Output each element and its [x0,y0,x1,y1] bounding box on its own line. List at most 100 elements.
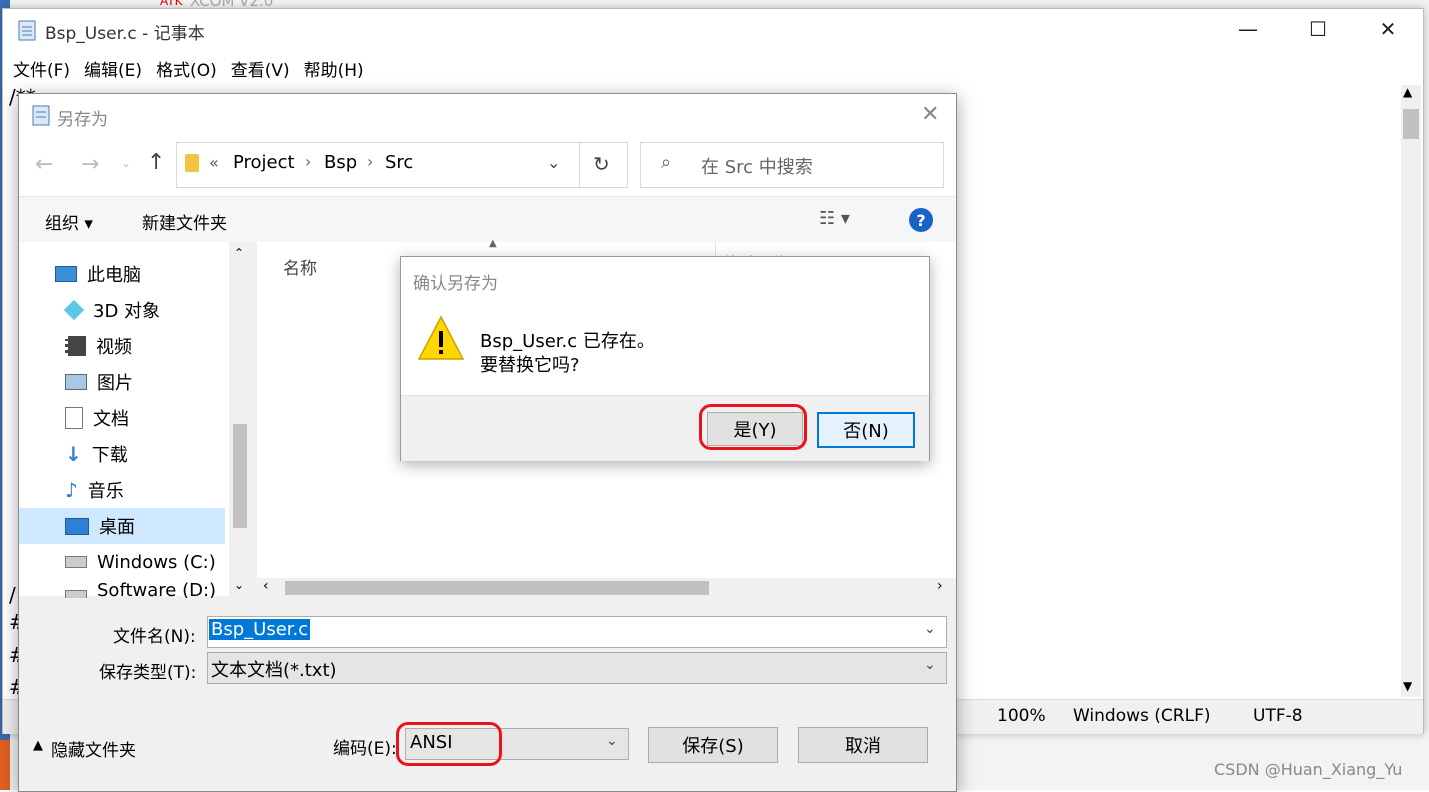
address-divider [579,143,580,187]
scroll-up-icon[interactable]: ⌃ [234,246,244,260]
encoding-label: 编码(E): [333,739,397,759]
cancel-button[interactable]: 取消 [798,727,928,763]
scroll-thumb[interactable] [233,424,247,528]
hide-folders-toggle[interactable]: ▲ 隐藏文件夹 [33,736,136,761]
cube-icon [63,299,85,321]
nav-item-3d-objects[interactable]: 3D 对象 [63,294,161,326]
scroll-up-icon[interactable]: ▲ [1403,85,1412,99]
save-dialog-titlebar: 另存为 ✕ [19,94,956,138]
editor-line-a: / [9,583,16,607]
breadcrumb-overflow[interactable]: « [209,153,219,172]
address-bar[interactable]: « Project › Bsp › Src ⌄ ↻ [176,142,628,188]
up-arrow-icon[interactable]: ↑ [147,150,165,175]
desktop-left-strip [0,740,10,790]
save-dialog-title: 另存为 [57,110,108,130]
scroll-right-icon[interactable]: › [937,578,943,594]
refresh-icon[interactable]: ↻ [593,152,610,176]
nav-item-documents[interactable]: 文档 [65,402,129,434]
notepad-menubar: 文件(F) 编辑(E) 格式(O) 查看(V) 帮助(H) [3,53,1429,83]
nav-item-desktop[interactable]: 桌面 [65,510,135,542]
chevron-down-icon[interactable]: ⌄ [924,657,936,673]
nav-item-drive-d[interactable]: Software (D:) [65,580,216,598]
search-placeholder: 在 Src 中搜索 [701,157,813,178]
menu-view[interactable]: 查看(V) [231,56,290,81]
navigation-pane: 此电脑 3D 对象 视频 图片 文档 ↓ 下载 ♪ 音乐 桌面 Windows … [19,242,229,598]
help-icon[interactable]: ? [909,208,933,232]
status-line-ending: Windows (CRLF) [1073,706,1211,726]
menu-file[interactable]: 文件(F) [13,56,70,81]
filetype-select[interactable]: 文本文档(*.txt) ⌄ [207,652,947,684]
minimize-button[interactable]: — [1213,9,1283,49]
scroll-thumb[interactable] [285,581,709,595]
nav-label: 桌面 [99,517,135,538]
confirm-dialog-footer: 是(Y) 否(N) [401,395,929,461]
nav-pane-scrollbar[interactable]: ⌃ ⌄ [229,242,251,596]
nav-label: 音乐 [87,481,124,502]
scroll-thumb[interactable] [1403,109,1419,139]
nav-label: 此电脑 [87,265,141,286]
menu-edit[interactable]: 编辑(E) [84,56,142,81]
close-icon[interactable]: ✕ [921,102,939,127]
filename-label: 文件名(N): [113,627,196,647]
recent-locations-icon[interactable]: ⌄ [121,156,131,170]
nav-label: 3D 对象 [93,301,161,322]
save-button[interactable]: 保存(S) [648,727,778,763]
chevron-right-icon: › [367,152,374,171]
chevron-up-icon: ▲ [33,738,43,753]
notepad-title: Bsp_User.c - 记事本 [45,24,205,44]
video-icon [65,336,86,356]
nav-item-downloads[interactable]: ↓ 下载 [65,438,128,470]
scroll-left-icon[interactable]: ‹ [263,578,269,594]
download-icon: ↓ [65,442,82,466]
column-header-name[interactable]: 名称 [283,254,317,279]
document-icon [65,407,83,429]
computer-icon [55,266,77,282]
picture-icon [65,374,87,390]
chevron-right-icon: › [305,152,312,171]
breadcrumb-src[interactable]: Src [385,152,413,173]
scroll-down-icon[interactable]: ▼ [1403,679,1412,693]
menu-format[interactable]: 格式(O) [156,56,217,81]
bg-atk-label: ATK [160,0,183,8]
scroll-down-icon[interactable]: ⌄ [234,578,244,592]
save-options-area: 文件名(N): Bsp_User.c ⌄ 保存类型(T): 文本文档(*.txt… [19,598,956,791]
search-icon: ⌕ [661,152,672,173]
nav-label: 图片 [97,373,133,394]
new-folder-button[interactable]: 新建文件夹 [142,209,227,234]
nav-item-pictures[interactable]: 图片 [65,366,133,398]
nav-label: Software (D:) [97,580,217,598]
view-options-icon[interactable]: ☷ ▾ [819,208,850,229]
chevron-down-icon[interactable]: ⌄ [606,733,618,749]
nav-item-this-pc[interactable]: 此电脑 [55,258,141,290]
nav-item-videos[interactable]: 视频 [65,330,132,362]
search-box[interactable]: ⌕ 在 Src 中搜索 [640,142,944,188]
file-pane-hscrollbar[interactable]: ‹ › [257,578,956,598]
menu-help[interactable]: 帮助(H) [304,56,364,81]
no-button[interactable]: 否(N) [817,412,915,448]
sort-arrow-icon: ▲ [489,238,497,249]
dialog-toolbar: 组织 ▾ 新建文件夹 ☷ ▾ ? [19,196,956,243]
confirm-message-line1: Bsp_User.c 已存在。 [480,331,655,352]
forward-arrow-icon[interactable]: → [81,152,99,177]
close-button[interactable]: ✕ [1353,9,1423,49]
nav-item-music[interactable]: ♪ 音乐 [65,474,124,506]
nav-label: 下载 [91,445,128,466]
status-encoding: UTF-8 [1253,706,1303,726]
nav-item-drive-c[interactable]: Windows (C:) [65,546,216,578]
maximize-button[interactable]: ☐ [1283,9,1353,49]
confirm-dialog-title: 确认另存为 [413,274,498,294]
editor-vertical-scrollbar[interactable]: ▲ ▼ [1401,85,1421,697]
back-arrow-icon[interactable]: ← [35,152,53,177]
chevron-down-icon[interactable]: ⌄ [924,621,936,637]
organize-label: 组织 [45,214,79,234]
filetype-value: 文本文档(*.txt) [211,660,337,681]
notepad-titlebar: Bsp_User.c - 记事本 — ☐ ✕ [3,9,1423,53]
filename-value: Bsp_User.c [209,619,311,640]
filename-input[interactable]: Bsp_User.c ⌄ [207,616,947,648]
breadcrumb-project[interactable]: Project [233,152,295,173]
chevron-down-icon[interactable]: ⌄ [547,153,560,172]
nav-label: 文档 [93,409,129,430]
organize-button[interactable]: 组织 ▾ [45,209,93,234]
desktop-icon [65,517,89,535]
breadcrumb-bsp[interactable]: Bsp [324,152,357,173]
